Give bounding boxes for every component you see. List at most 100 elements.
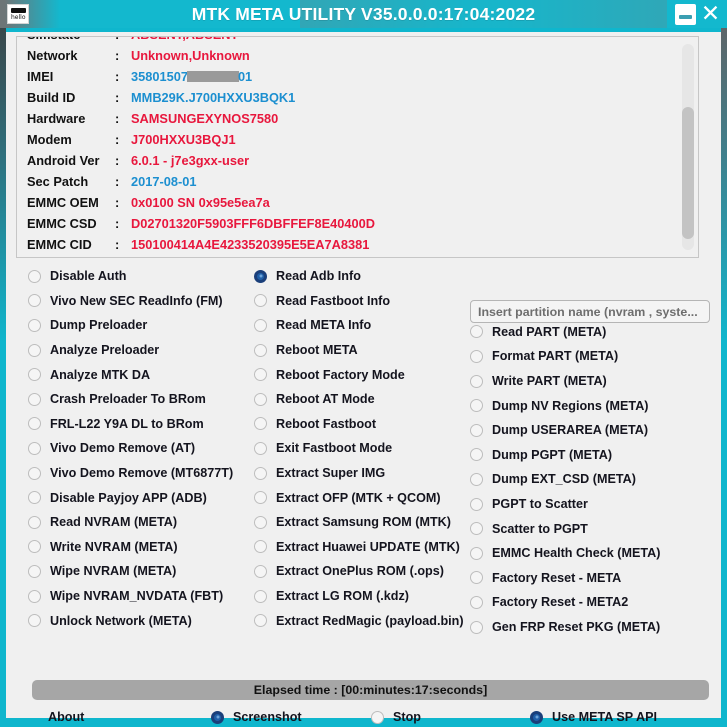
radio-icon[interactable]	[28, 491, 41, 505]
radio-icon[interactable]	[470, 571, 483, 585]
option-extract-lg-rom-kdz[interactable]: Extract LG ROM (.kdz)	[254, 584, 469, 609]
radio-icon[interactable]	[254, 614, 267, 628]
option-wipe-nvram-nvdata-fbt[interactable]: Wipe NVRAM_NVDATA (FBT)	[28, 584, 253, 609]
info-row: Android Ver:6.0.1 - j7e3gxx-user	[27, 150, 677, 171]
option-vivo-demo-remove-mt6877t[interactable]: Vivo Demo Remove (MT6877T)	[28, 461, 253, 486]
radio-icon[interactable]	[254, 589, 267, 603]
option-read-adb-info[interactable]: Read Adb Info	[254, 264, 469, 289]
option-dump-nv-regions-meta[interactable]: Dump NV Regions (META)	[470, 393, 710, 418]
option-disable-payjoy-app-adb[interactable]: Disable Payjoy APP (ADB)	[28, 485, 253, 510]
radio-icon[interactable]	[254, 392, 267, 406]
option-pgpt-to-scatter[interactable]: PGPT to Scatter	[470, 492, 710, 517]
radio-icon[interactable]	[254, 491, 267, 505]
radio-icon[interactable]	[28, 589, 41, 603]
option-read-nvram-meta[interactable]: Read NVRAM (META)	[28, 510, 253, 535]
about-button[interactable]: About	[48, 704, 84, 727]
radio-icon[interactable]	[254, 515, 267, 529]
radio-icon[interactable]	[28, 564, 41, 578]
radio-icon[interactable]	[470, 497, 483, 511]
radio-icon[interactable]	[28, 441, 41, 455]
option-read-fastboot-info[interactable]: Read Fastboot Info	[254, 289, 469, 314]
option-reboot-at-mode[interactable]: Reboot AT Mode	[254, 387, 469, 412]
radio-icon[interactable]	[28, 540, 41, 554]
radio-icon[interactable]	[254, 269, 267, 283]
option-extract-super-img[interactable]: Extract Super IMG	[254, 461, 469, 486]
option-extract-ofp-mtk-qcom[interactable]: Extract OFP (MTK + QCOM)	[254, 485, 469, 510]
option-format-part-meta[interactable]: Format PART (META)	[470, 344, 710, 369]
option-frl-l22-y9a-dl-to-brom[interactable]: FRL-L22 Y9A DL to BRom	[28, 412, 253, 437]
option-extract-redmagic-payload-bin[interactable]: Extract RedMagic (payload.bin)	[254, 608, 469, 633]
radio-icon[interactable]	[254, 318, 267, 332]
minimize-button[interactable]	[675, 3, 696, 25]
radio-icon[interactable]	[28, 294, 41, 308]
option-disable-auth[interactable]: Disable Auth	[28, 264, 253, 289]
radio-icon[interactable]	[254, 417, 267, 431]
radio-icon[interactable]	[28, 614, 41, 628]
option-scatter-to-pgpt[interactable]: Scatter to PGPT	[470, 516, 710, 541]
option-dump-preloader[interactable]: Dump Preloader	[28, 313, 253, 338]
option-unlock-network-meta[interactable]: Unlock Network (META)	[28, 608, 253, 633]
option-read-meta-info[interactable]: Read META Info	[254, 313, 469, 338]
option-reboot-factory-mode[interactable]: Reboot Factory Mode	[254, 362, 469, 387]
option-factory-reset-meta2[interactable]: Factory Reset - META2	[470, 590, 710, 615]
radio-icon[interactable]	[470, 620, 483, 634]
screenshot-option[interactable]: Screenshot	[211, 704, 302, 727]
option-read-part-meta[interactable]: Read PART (META)	[470, 320, 710, 345]
option-analyze-preloader[interactable]: Analyze Preloader	[28, 338, 253, 363]
option-reboot-meta[interactable]: Reboot META	[254, 338, 469, 363]
option-wipe-nvram-meta[interactable]: Wipe NVRAM (META)	[28, 559, 253, 584]
option-exit-fastboot-mode[interactable]: Exit Fastboot Mode	[254, 436, 469, 461]
radio-icon[interactable]	[254, 441, 267, 455]
radio-icon[interactable]	[28, 515, 41, 529]
radio-icon[interactable]	[28, 318, 41, 332]
option-vivo-demo-remove-at[interactable]: Vivo Demo Remove (AT)	[28, 436, 253, 461]
radio-icon[interactable]	[470, 522, 483, 536]
option-extract-huawei-update-mtk[interactable]: Extract Huawei UPDATE (MTK)	[254, 535, 469, 560]
scrollbar-thumb[interactable]	[682, 107, 694, 239]
option-crash-preloader-to-brom[interactable]: Crash Preloader To BRom	[28, 387, 253, 412]
radio-icon[interactable]	[254, 343, 267, 357]
option-reboot-fastboot[interactable]: Reboot Fastboot	[254, 412, 469, 437]
option-extract-samsung-rom-mtk[interactable]: Extract Samsung ROM (MTK)	[254, 510, 469, 535]
stop-radio-icon[interactable]	[371, 710, 384, 724]
radio-icon[interactable]	[254, 540, 267, 554]
option-analyze-mtk-da[interactable]: Analyze MTK DA	[28, 362, 253, 387]
option-dump-ext-csd-meta[interactable]: Dump EXT_CSD (META)	[470, 467, 710, 492]
radio-icon[interactable]	[470, 546, 483, 560]
close-icon[interactable]: ✕	[700, 2, 721, 25]
radio-icon[interactable]	[470, 448, 483, 462]
option-extract-oneplus-rom-ops[interactable]: Extract OnePlus ROM (.ops)	[254, 559, 469, 584]
info-panel-scrollbar[interactable]	[680, 39, 696, 255]
radio-icon[interactable]	[254, 368, 267, 382]
radio-icon[interactable]	[470, 349, 483, 363]
radio-icon[interactable]	[28, 269, 41, 283]
radio-icon[interactable]	[470, 325, 483, 339]
radio-icon[interactable]	[254, 564, 267, 578]
option-dump-userarea-meta[interactable]: Dump USERAREA (META)	[470, 418, 710, 443]
radio-icon[interactable]	[470, 423, 483, 437]
info-value: J700HXXU3BQJ1	[131, 132, 236, 147]
meta-sp-api-radio-icon[interactable]	[530, 710, 543, 724]
radio-icon[interactable]	[28, 343, 41, 357]
option-dump-pgpt-meta[interactable]: Dump PGPT (META)	[470, 443, 710, 468]
partition-name-input[interactable]	[470, 300, 710, 323]
screenshot-radio-icon[interactable]	[211, 710, 224, 724]
radio-icon[interactable]	[28, 466, 41, 480]
option-write-nvram-meta[interactable]: Write NVRAM (META)	[28, 535, 253, 560]
radio-icon[interactable]	[470, 472, 483, 486]
option-emmc-health-check-meta[interactable]: EMMC Health Check (META)	[470, 541, 710, 566]
option-write-part-meta[interactable]: Write PART (META)	[470, 369, 710, 394]
radio-icon[interactable]	[28, 417, 41, 431]
radio-icon[interactable]	[470, 595, 483, 609]
option-factory-reset-meta[interactable]: Factory Reset - META	[470, 566, 710, 591]
radio-icon[interactable]	[470, 374, 483, 388]
radio-icon[interactable]	[28, 368, 41, 382]
radio-icon[interactable]	[28, 392, 41, 406]
option-gen-frp-reset-pkg-meta[interactable]: Gen FRP Reset PKG (META)	[470, 615, 710, 640]
radio-icon[interactable]	[254, 466, 267, 480]
option-vivo-new-sec-readinfo-fm[interactable]: Vivo New SEC ReadInfo (FM)	[28, 289, 253, 314]
radio-icon[interactable]	[254, 294, 267, 308]
meta-sp-api-option[interactable]: Use META SP API	[530, 704, 657, 727]
radio-icon[interactable]	[470, 399, 483, 413]
stop-option[interactable]: Stop	[371, 704, 421, 727]
